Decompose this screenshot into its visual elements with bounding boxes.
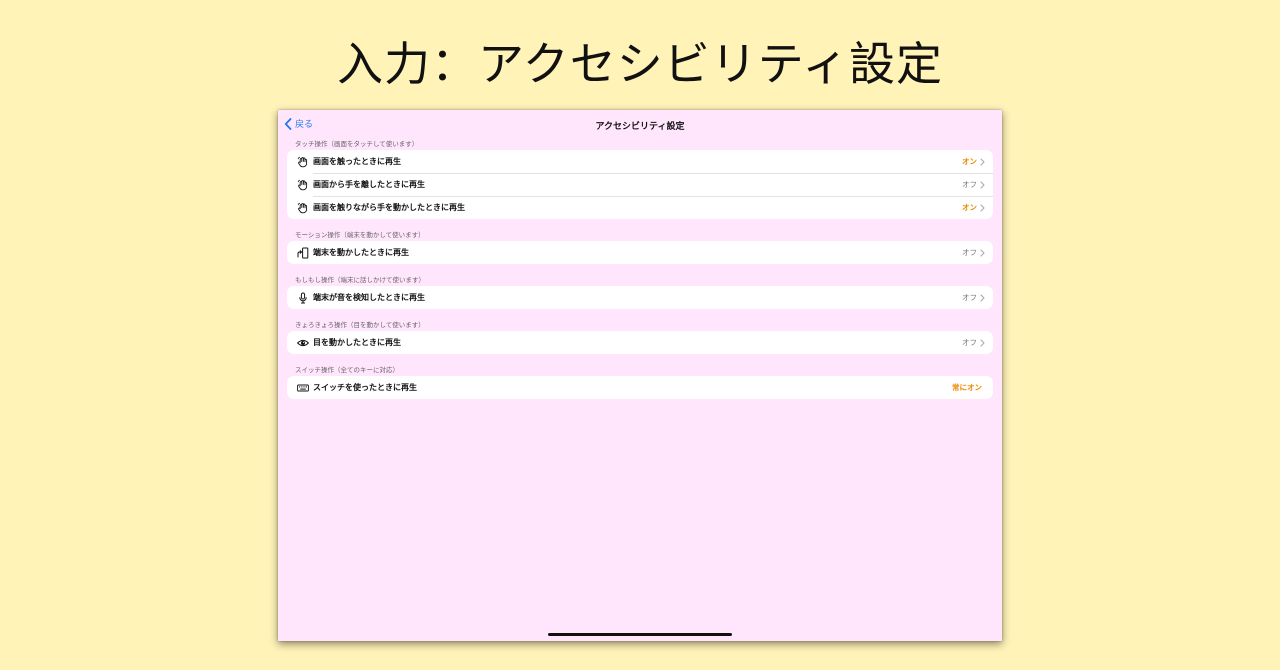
row-label: 画面から手を離したときに再生: [313, 180, 425, 189]
settings-row[interactable]: 画面から手を離したときに再生 オフ: [287, 173, 993, 196]
settings-group: 端末を動かしたときに再生 オフ: [287, 241, 993, 264]
settings-group: スイッチを使ったときに再生 常にオン: [287, 376, 993, 399]
row-value: オン: [962, 157, 977, 166]
section-header: スイッチ操作（全てのキーに対応）: [295, 366, 399, 374]
chevron-right-icon: [980, 248, 985, 257]
chevron-right-icon: [980, 157, 985, 166]
navigation-bar: 戻る アクセシビリティ設定: [278, 110, 1002, 138]
row-label: 画面を触りながら手を動かしたときに再生: [313, 203, 465, 212]
hand-icon: [296, 155, 310, 169]
row-value: オフ: [962, 293, 977, 302]
section-header: もしもし操作（端末に話しかけて使います）: [295, 276, 425, 284]
row-label: 画面を触ったときに再生: [313, 157, 401, 166]
row-value: オン: [962, 203, 977, 212]
settings-row[interactable]: 端末を動かしたときに再生 オフ: [287, 241, 993, 264]
chevron-right-icon: [980, 157, 985, 166]
settings-row[interactable]: 目を動かしたときに再生 オフ: [287, 331, 993, 354]
page-title: 入力：アクセシビリティ設定: [337, 37, 943, 91]
settings-row[interactable]: 画面を触ったときに再生 オン: [287, 150, 993, 173]
section-header: モーション操作（端末を動かして使います）: [295, 231, 425, 239]
chevron-right-icon: [980, 293, 985, 302]
chevron-right-icon: [980, 180, 985, 189]
chevron-right-icon: [980, 180, 985, 189]
row-label: スイッチを使ったときに再生: [313, 383, 417, 392]
settings-row[interactable]: スイッチを使ったときに再生 常にオン: [287, 376, 993, 399]
microphone-icon: [296, 291, 310, 305]
device-motion-icon: [296, 246, 310, 260]
chevron-right-icon: [980, 338, 985, 347]
row-label: 目を動かしたときに再生: [313, 338, 401, 347]
row-value: オフ: [962, 180, 977, 189]
hand-icon: [296, 178, 310, 192]
row-label: 端末を動かしたときに再生: [313, 248, 409, 257]
row-value: 常にオン: [952, 383, 982, 392]
row-label: 端末が音を検知したときに再生: [313, 293, 425, 302]
hand-icon: [296, 201, 310, 215]
chevron-right-icon: [980, 203, 985, 212]
settings-row[interactable]: 画面を触りながら手を動かしたときに再生 オン: [287, 196, 993, 219]
nav-title: アクセシビリティ設定: [595, 122, 685, 132]
settings-group: 目を動かしたときに再生 オフ: [287, 331, 993, 354]
section-header: タッチ操作（画面をタッチして使います）: [295, 140, 419, 148]
settings-group: 端末が音を検知したときに再生 オフ: [287, 286, 993, 309]
settings-list: タッチ操作（画面をタッチして使います） 画面を触ったときに再生 オン 画面から手を離し…: [278, 138, 1002, 399]
home-indicator: [548, 633, 732, 636]
settings-row[interactable]: 端末が音を検知したときに再生 オフ: [287, 286, 993, 309]
keyboard-icon: [296, 381, 310, 395]
tablet-screen: 戻る アクセシビリティ設定 タッチ操作（画面をタッチして使います） 画面を触ったと…: [278, 110, 1002, 641]
row-value: オフ: [962, 338, 977, 347]
chevron-right-icon: [980, 248, 985, 257]
settings-group: 画面を触ったときに再生 オン 画面から手を離したときに再生 オフ 画面を触りながら手を動…: [287, 150, 993, 219]
chevron-right-icon: [980, 203, 985, 212]
chevron-right-icon: [980, 338, 985, 347]
chevron-right-icon: [980, 293, 985, 302]
row-value: オフ: [962, 248, 977, 257]
eye-icon: [296, 336, 310, 350]
section-header: きょろきょろ操作（目を動かして使います）: [295, 321, 425, 329]
